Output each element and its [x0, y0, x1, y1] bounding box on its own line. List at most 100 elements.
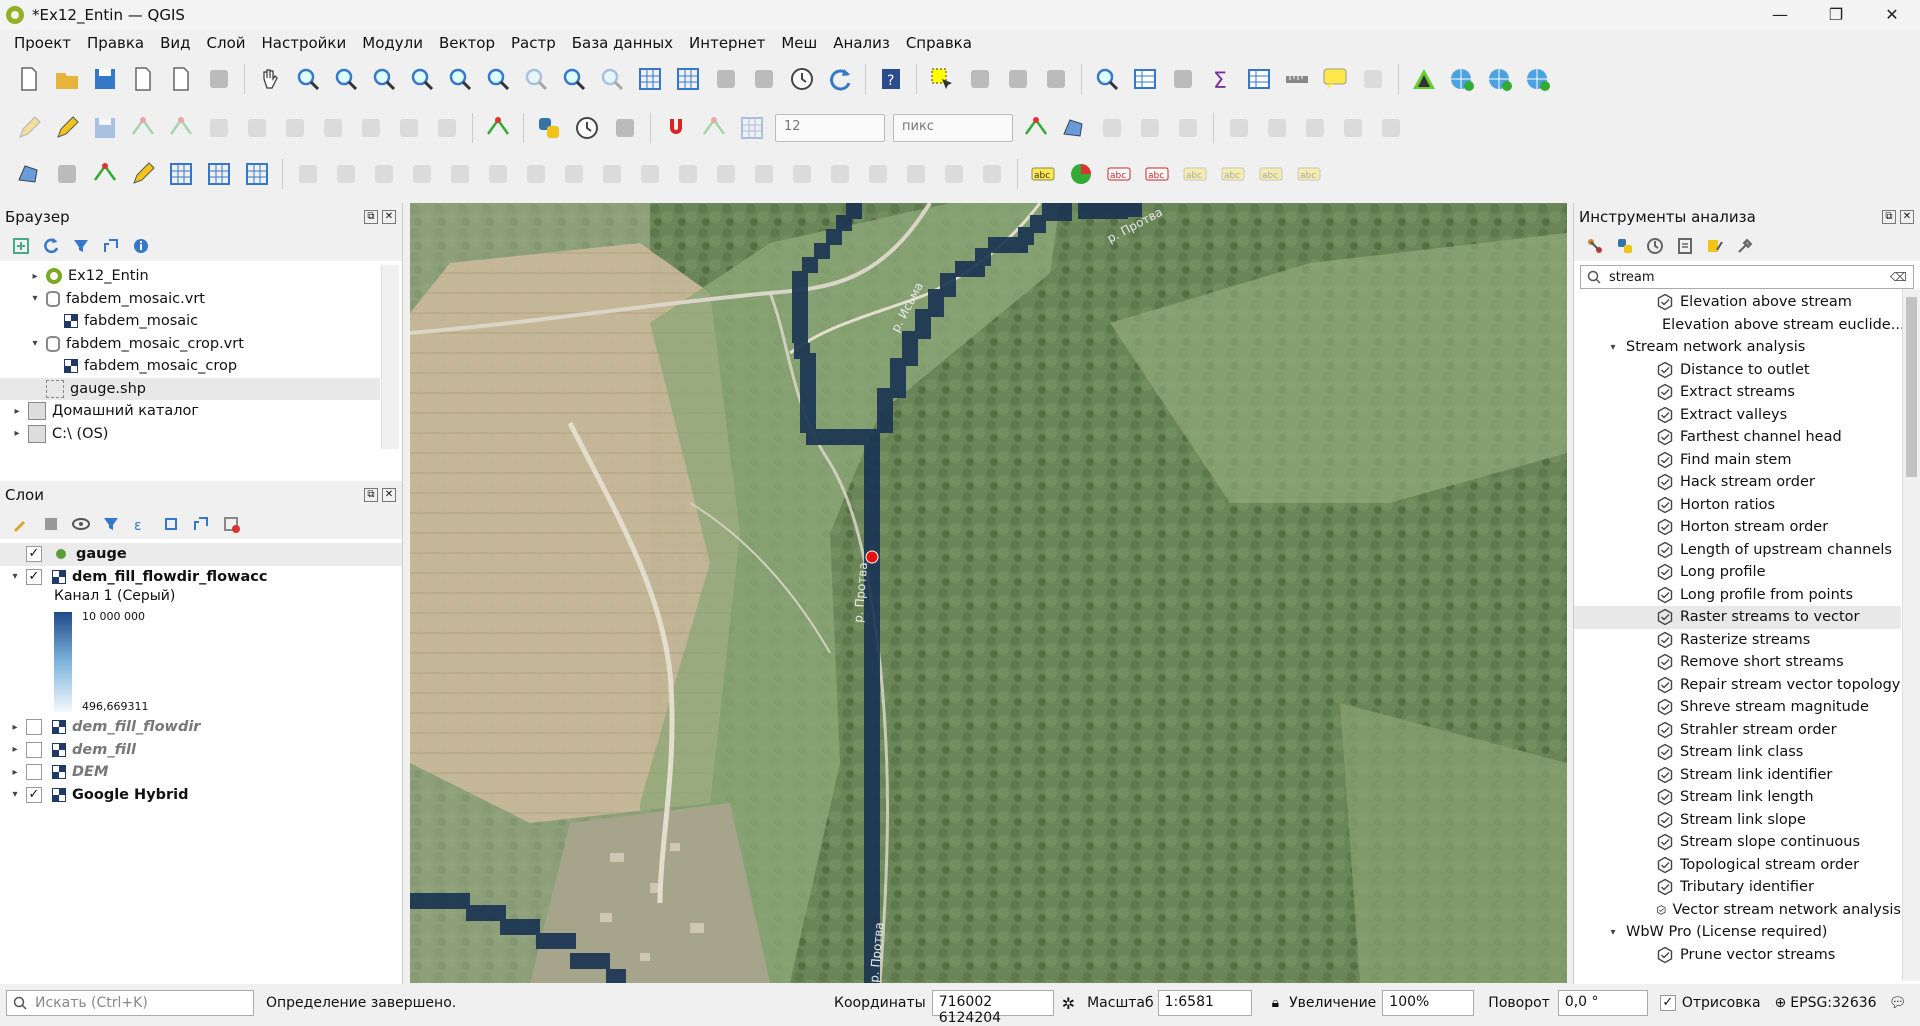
select-location-icon[interactable]: [1041, 64, 1071, 94]
snapping-icon[interactable]: [661, 113, 691, 143]
collapse-all-icon[interactable]: [99, 234, 123, 258]
expand-arrow[interactable]: ▾: [28, 293, 42, 304]
close-button[interactable]: ✕: [1864, 0, 1920, 30]
trace-icon[interactable]: [1173, 113, 1203, 143]
processing-algorithm[interactable]: Strahler stream order: [1574, 719, 1901, 742]
save-project-icon[interactable]: [90, 64, 120, 94]
pan-to-selection-icon[interactable]: [293, 64, 323, 94]
metasearch-icon[interactable]: [1523, 64, 1553, 94]
menu-item[interactable]: Вектор: [431, 30, 503, 56]
processing-algorithm[interactable]: Long profile from points: [1574, 584, 1901, 607]
terrain-icon[interactable]: [1409, 64, 1439, 94]
models-icon[interactable]: [1583, 234, 1607, 258]
processing-scrollbar[interactable]: [1902, 289, 1920, 981]
layer-visibility-checkbox[interactable]: [26, 741, 42, 758]
new-project-icon[interactable]: [14, 64, 44, 94]
processing-algorithm[interactable]: Distance to outlet: [1574, 359, 1901, 382]
processing-algorithm[interactable]: Shreve stream magnitude: [1574, 696, 1901, 719]
help-icon[interactable]: ?: [876, 64, 906, 94]
offset-symbol-icon[interactable]: [977, 159, 1007, 189]
highlight-pinned-icon[interactable]: abc: [1104, 159, 1134, 189]
measure-icon[interactable]: [1282, 64, 1312, 94]
messages-icon[interactable]: 💬︎: [1889, 995, 1907, 1011]
processing-search-input[interactable]: stream: [1609, 270, 1655, 285]
attribute-table-icon[interactable]: [1130, 64, 1160, 94]
coordinates-field[interactable]: 716002 6124204: [931, 990, 1054, 1026]
simplify-feature-icon[interactable]: [521, 159, 551, 189]
processing-history-icon[interactable]: [572, 113, 602, 143]
menu-item[interactable]: Растр: [503, 30, 564, 56]
map-canvas[interactable]: р. Исьма р. Протва р. Протва р. Протва: [410, 203, 1567, 983]
close-panel-button[interactable]: ✕: [1900, 210, 1914, 224]
add-selected-layers-icon[interactable]: [9, 234, 33, 258]
locator-placeholder[interactable]: Искать (Ctrl+K): [35, 995, 148, 1011]
new-mesh-icon[interactable]: [166, 159, 196, 189]
processing-search-box[interactable]: stream ⌫: [1580, 265, 1914, 289]
redo-icon[interactable]: [432, 113, 462, 143]
expand-arrow[interactable]: ▸: [10, 428, 24, 439]
browser-item[interactable]: ▸ Домашний каталог: [0, 400, 380, 423]
processing-algorithm[interactable]: Extract valleys: [1574, 404, 1901, 427]
clear-search-icon[interactable]: ⌫: [1890, 270, 1907, 284]
select-features-icon[interactable]: [927, 64, 957, 94]
style-layer-icon[interactable]: [9, 512, 33, 536]
processing-toolbox-icon[interactable]: [1168, 64, 1198, 94]
menu-item[interactable]: Настройки: [254, 30, 355, 56]
remove-layer-icon[interactable]: [219, 512, 243, 536]
processing-algorithm[interactable]: Length of upstream channels: [1574, 539, 1901, 562]
browser-item[interactable]: ▾ fabdem_mosaic.vrt: [0, 288, 380, 311]
float-panel-button[interactable]: ⧉: [364, 488, 378, 502]
processing-algorithm[interactable]: Vector stream network analysis: [1574, 899, 1901, 922]
zoom-last-icon[interactable]: [559, 64, 589, 94]
expand-arrow[interactable]: ▸: [28, 271, 42, 282]
zoom-out-icon[interactable]: [369, 64, 399, 94]
processing-algorithm[interactable]: Raster streams to vector: [1574, 606, 1901, 629]
scale-feature-icon[interactable]: [483, 159, 513, 189]
processing-algorithm[interactable]: Farthest channel head: [1574, 426, 1901, 449]
show-hide-labels-icon[interactable]: abc: [1180, 159, 1210, 189]
add-wms-icon[interactable]: [1447, 64, 1477, 94]
show-bookmarks-icon[interactable]: [749, 64, 779, 94]
expand-arrow[interactable]: ▾: [1606, 342, 1620, 353]
offset-icon[interactable]: [1300, 113, 1330, 143]
rotation-field[interactable]: 0,0 °: [1557, 990, 1648, 1016]
zoom-in-icon[interactable]: [331, 64, 361, 94]
lock-scale-icon[interactable]: 🔒︎: [1272, 995, 1279, 1011]
expand-all-icon[interactable]: [159, 512, 183, 536]
processing-algorithm[interactable]: Stream slope continuous: [1574, 831, 1901, 854]
delete-selected-icon[interactable]: [242, 113, 272, 143]
processing-algorithm[interactable]: Stream link identifier: [1574, 764, 1901, 787]
menu-item[interactable]: Меш: [773, 30, 825, 56]
browser-item[interactable]: fabdem_mosaic_crop: [0, 355, 380, 378]
menu-item[interactable]: База данных: [564, 30, 681, 56]
modify-attributes-icon[interactable]: [204, 113, 234, 143]
identify-icon[interactable]: [1092, 64, 1122, 94]
add-group-icon[interactable]: [39, 512, 63, 536]
processing-algorithm[interactable]: Prune vector streams: [1574, 944, 1901, 967]
processing-algorithm[interactable]: Elevation above stream: [1574, 291, 1901, 314]
menu-item[interactable]: Правка: [79, 30, 152, 56]
filter-expression-icon[interactable]: ε: [129, 512, 153, 536]
new-vector-icon[interactable]: [90, 159, 120, 189]
open-table-icon[interactable]: [1244, 64, 1274, 94]
processing-algorithm[interactable]: Remove short streams: [1574, 651, 1901, 674]
processing-algorithm[interactable]: Hack stream order: [1574, 471, 1901, 494]
locator-search[interactable]: Искать (Ctrl+K): [6, 990, 254, 1016]
visibility-icon[interactable]: [69, 512, 93, 536]
add-wfs-icon[interactable]: [242, 159, 272, 189]
layer-item[interactable]: ▾ ✓ Google Hybrid: [0, 784, 402, 807]
rotate-symbol-icon[interactable]: [939, 159, 969, 189]
map-tips-icon[interactable]: [1320, 64, 1350, 94]
maximize-button[interactable]: ❐: [1808, 0, 1864, 30]
processing-algorithm[interactable]: Horton ratios: [1574, 494, 1901, 517]
processing-algorithm[interactable]: Rasterize streams: [1574, 629, 1901, 652]
edit-features-icon[interactable]: [1703, 234, 1727, 258]
toggle-extents-icon[interactable]: ✲: [1062, 994, 1075, 1013]
scroll-thumb[interactable]: [1906, 297, 1917, 477]
processing-group[interactable]: ▾ Stream network analysis: [1574, 336, 1901, 359]
bookmark-icon[interactable]: [711, 64, 741, 94]
zoom-next-icon[interactable]: [597, 64, 627, 94]
browser-item[interactable]: ▸ Ex12_Entin: [0, 265, 380, 288]
refresh-icon[interactable]: [39, 234, 63, 258]
processing-algorithm[interactable]: Extract streams: [1574, 381, 1901, 404]
